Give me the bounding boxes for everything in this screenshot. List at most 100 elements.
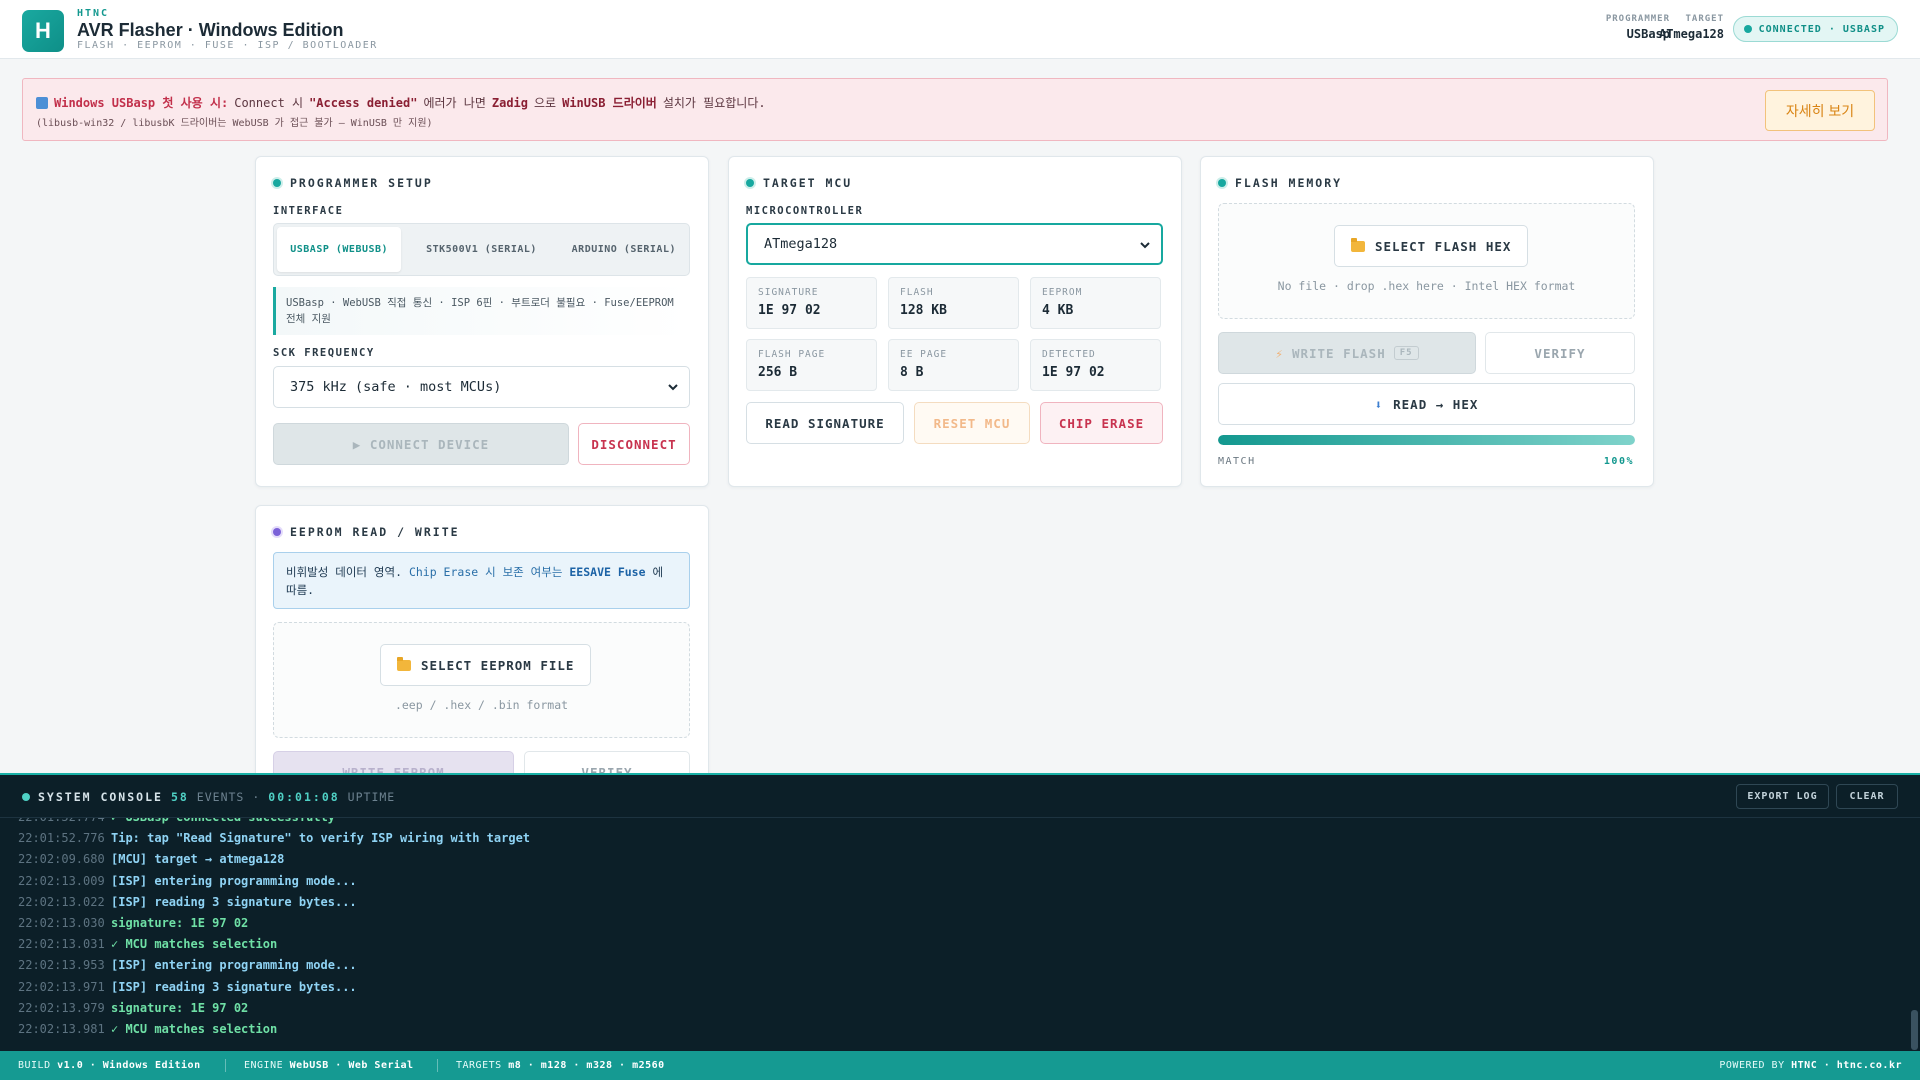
footer-powered: POWERED BY HTNC · htnc.co.kr — [1719, 1060, 1902, 1071]
select-eeprom-file-button[interactable]: SELECT EEPROM FILE — [380, 644, 592, 686]
interface-selector: USBASP (WEBUSB) STK500V1 (SERIAL) ARDUIN… — [273, 223, 690, 276]
stat-ee-page-label: EE PAGE — [900, 349, 948, 360]
banner-prefix: Windows USBasp 첫 사용 시: — [54, 96, 229, 110]
console-log-timestamp: 22:02:09.680 — [18, 852, 105, 867]
disconnect-button[interactable]: DISCONNECT — [578, 423, 690, 465]
console-log-message: [ISP] reading 3 signature bytes... — [111, 979, 357, 994]
footer-engine-value: WebUSB · Web Serial — [289, 1060, 414, 1071]
target-mcu-title-text: TARGET MCU — [763, 176, 853, 190]
write-flash-button[interactable]: ⚡ WRITE FLASH F5 — [1218, 332, 1476, 374]
console-dot-icon — [22, 793, 30, 801]
console-log-message: [ISP] reading 3 signature bytes... — [111, 894, 357, 909]
footer-powered-value: HTNC · htnc.co.kr — [1791, 1060, 1902, 1071]
stat-signature-value: 1E 97 02 — [758, 303, 821, 318]
status-dot-icon — [1743, 25, 1752, 33]
download-icon: ⬇ — [1374, 396, 1384, 412]
stat-detected: DETECTED 1E 97 02 — [1030, 339, 1161, 391]
clear-console-button[interactable]: CLEAR — [1836, 784, 1898, 809]
folder-icon — [1351, 237, 1365, 252]
select-eeprom-file-label: SELECT EEPROM FILE — [421, 657, 575, 673]
banner-zadig: Zadig — [491, 95, 528, 110]
footer-engine: ENGINE WebUSB · Web Serial — [244, 1060, 414, 1071]
target-mcu-card: TARGET MCU MICROCONTROLLER ATmega128 SIG… — [728, 156, 1182, 487]
read-flash-button[interactable]: ⬇ READ → HEX — [1218, 383, 1635, 425]
programmer-setup-title-text: PROGRAMMER SETUP — [290, 176, 433, 190]
footer-targets-value: m8 · m128 · m328 · m2560 — [508, 1060, 665, 1071]
sck-frequency-select[interactable]: 375 kHz (safe · most MCUs) — [273, 366, 690, 408]
banner-message: Windows USBasp 첫 사용 시: Connect 시 "Access… — [36, 94, 766, 111]
console-events-count: 58 — [170, 790, 189, 804]
tab-arduino-serial[interactable]: ARDUINO (SERIAL) — [562, 227, 686, 272]
banner-access-denied: "Access denied" — [309, 95, 418, 110]
console-log-message: [ISP] entering programming mode... — [111, 958, 357, 973]
console-log-line: 22:02:13.022 [ISP] reading 3 signature by… — [18, 895, 357, 909]
console-log-message: ✓ MCU matches selection — [111, 937, 278, 952]
console-log-line: 22:02:13.031 ✓ MCU matches selection — [18, 937, 277, 951]
stat-flash-page: FLASH PAGE 256 B — [746, 339, 877, 391]
console-log-timestamp: 22:02:13.009 — [18, 873, 105, 888]
stat-flash: FLASH 128 KB — [888, 277, 1019, 329]
console-log-timestamp: 22:02:13.981 — [18, 1022, 105, 1036]
banner-text-a: Connect 시 — [234, 96, 304, 110]
console-log-line: 22:01:52.776 Tip: tap "Read Signature" to… — [18, 831, 530, 845]
section-dot-icon — [746, 179, 754, 187]
console-log-line: 22:02:13.981 ✓ MCU matches selection — [18, 1022, 277, 1036]
console-log-message: ✓ USBasp connected successfully — [111, 818, 335, 824]
connect-device-button[interactable]: ▶ CONNECT DEVICE — [273, 423, 569, 465]
console-log-message: ✓ MCU matches selection — [111, 1022, 278, 1036]
target-meta: TARGET ATmega128 — [1659, 14, 1724, 41]
footer-build-label: BUILD — [18, 1060, 51, 1071]
stat-ee-page: EE PAGE 8 B — [888, 339, 1019, 391]
select-flash-hex-button[interactable]: SELECT FLASH HEX — [1334, 225, 1529, 267]
console-log-line: 22:01:52.774✓ USBasp connected successfu… — [18, 818, 335, 824]
flash-dropzone[interactable]: SELECT FLASH HEX No file · drop .hex her… — [1218, 203, 1635, 319]
footer-divider — [437, 1059, 438, 1072]
system-console: SYSTEM CONSOLE 58 EVENTS · 00:01:08 UPTI… — [0, 773, 1920, 1051]
chip-erase-button[interactable]: CHIP ERASE — [1040, 402, 1163, 444]
tab-usbasp-webusb[interactable]: USBASP (WEBUSB) — [277, 227, 402, 272]
chevron-down-icon — [1140, 242, 1150, 249]
console-log-timestamp: 22:02:13.031 — [18, 937, 105, 952]
console-log-message: [MCU] target → atmega128 — [111, 852, 285, 867]
footer-engine-label: ENGINE — [244, 1060, 284, 1071]
stat-eeprom-value: 4 KB — [1042, 303, 1074, 318]
stat-ee-page-value: 8 B — [900, 365, 924, 380]
section-dot-icon — [273, 528, 281, 536]
stat-flash-label: FLASH — [900, 287, 934, 298]
verify-flash-button[interactable]: VERIFY — [1485, 332, 1635, 374]
stat-eeprom: EEPROM 4 KB — [1030, 277, 1161, 329]
eeprom-dropzone[interactable]: SELECT EEPROM FILE .eep / .hex / .bin fo… — [273, 622, 690, 738]
eeprom-title-text: EEPROM READ / WRITE — [290, 525, 460, 539]
app-subtitle: FLASH · EEPROM · FUSE · ISP / BOOTLOADER — [77, 40, 378, 51]
footer-build-value: v1.0 · Windows Edition — [57, 1060, 201, 1071]
target-mcu-title: TARGET MCU — [746, 176, 852, 190]
stat-flash-page-value: 256 B — [758, 365, 798, 380]
flash-progress-fill — [1218, 435, 1635, 445]
console-scrollbar[interactable] — [1911, 1010, 1918, 1050]
reset-mcu-button[interactable]: RESET MCU — [914, 402, 1030, 444]
stat-flash-value: 128 KB — [900, 303, 947, 318]
console-log-line: 22:02:13.009 [ISP] entering programming m… — [18, 874, 357, 888]
stat-flash-page-label: FLASH PAGE — [758, 349, 826, 360]
read-signature-button[interactable]: READ SIGNATURE — [746, 402, 904, 444]
console-uptime-label: UPTIME — [347, 790, 396, 804]
interface-label: INTERFACE — [273, 205, 344, 217]
select-flash-hex-label: SELECT FLASH HEX — [1375, 238, 1512, 254]
tab-stk500v1-serial[interactable]: STK500V1 (SERIAL) — [401, 227, 561, 272]
banner-more-button[interactable]: 자세히 보기 — [1765, 90, 1875, 131]
console-log-message: [ISP] entering programming mode... — [111, 873, 357, 888]
banner-detail: (libusb-win32 / libusbK 드라이버는 WebUSB 가 접… — [36, 118, 433, 129]
console-log-message: signature: 1E 97 02 — [111, 1000, 249, 1015]
microcontroller-label: MICROCONTROLLER — [746, 205, 864, 217]
stat-detected-value: 1E 97 02 — [1042, 365, 1105, 380]
console-log-timestamp: 22:02:13.971 — [18, 979, 105, 994]
console-log[interactable]: 22:01:52.774✓ USBasp connected successfu… — [0, 818, 1900, 1050]
microcontroller-select[interactable]: ATmega128 — [746, 223, 1163, 265]
section-dot-icon — [273, 179, 281, 187]
export-log-button[interactable]: EXPORT LOG — [1736, 784, 1829, 809]
eeprom-info-b: Chip Erase 시 보존 여부는 — [408, 565, 563, 579]
banner-text-d: 설치가 필요합니다. — [662, 96, 766, 110]
console-log-timestamp: 22:02:13.979 — [18, 1000, 105, 1015]
console-log-timestamp: 22:01:52.774 — [18, 818, 111, 824]
banner-text-b: 에러가 나면 — [423, 96, 486, 110]
